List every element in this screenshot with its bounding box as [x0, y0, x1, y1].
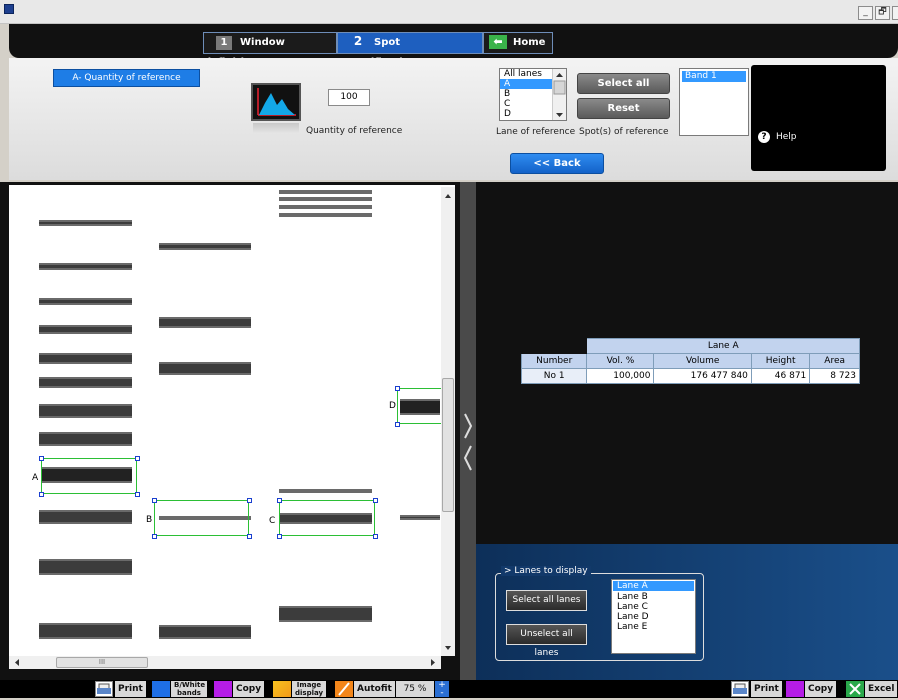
- box-label-b: B: [146, 515, 153, 525]
- help-panel: [751, 65, 886, 171]
- print-button[interactable]: Print: [115, 681, 146, 697]
- results-table: Lane A Number Vol. % Volume Height Area …: [520, 338, 860, 384]
- box-label-c: C: [269, 516, 276, 526]
- quantity-of-reference-tab[interactable]: A- Quantity of reference: [53, 69, 200, 87]
- copy-button[interactable]: Copy: [233, 681, 265, 697]
- home-label: Home: [513, 37, 546, 48]
- autofit-icon[interactable]: [335, 681, 353, 697]
- column-header: Volume: [653, 353, 752, 369]
- unselect-all-lanes-button[interactable]: Unselect all lanes: [506, 624, 587, 658]
- tab-number: 2: [350, 34, 366, 48]
- spots-of-reference-label: Spot(s) of reference: [579, 127, 669, 137]
- table-cell: 8 723: [809, 368, 860, 384]
- gel-horizontal-scroll-thumb[interactable]: III: [56, 657, 148, 668]
- column-header: Number: [520, 353, 588, 369]
- home-button[interactable]: ⬅ Home: [483, 32, 553, 54]
- select-all-button[interactable]: Select all: [577, 73, 670, 94]
- lanes-to-display-title: > Lanes to display: [501, 566, 591, 576]
- table-cell: 46 871: [750, 368, 811, 384]
- help-icon[interactable]: ?: [758, 131, 770, 143]
- lanes-list-scrollbar[interactable]: [552, 69, 566, 120]
- app-icon: [4, 4, 14, 14]
- excel-icon[interactable]: [846, 681, 864, 697]
- autofit-button[interactable]: Autofit: [354, 681, 395, 697]
- panel-splitter[interactable]: [460, 182, 476, 680]
- box-label-d: D: [389, 401, 396, 411]
- arrow-left-icon: ⬅: [489, 35, 507, 49]
- tab-spot-quantification[interactable]: 2Spot quantification: [337, 32, 483, 68]
- excel-button[interactable]: Excel: [865, 681, 898, 697]
- bw-bands-button[interactable]: B/White bands: [171, 681, 207, 697]
- column-header: Height: [750, 353, 811, 369]
- zoom-level[interactable]: 75 %: [396, 681, 434, 697]
- help-label[interactable]: Help: [776, 131, 797, 143]
- table-cell: 100,000: [586, 368, 655, 384]
- table-cell: 176 477 840: [653, 368, 752, 384]
- gel-image[interactable]: A B C D: [9, 185, 455, 656]
- close-button[interactable]: [892, 6, 898, 20]
- title-bar: [0, 0, 898, 24]
- scroll-grip: III: [98, 658, 106, 666]
- results-print-button[interactable]: Print: [751, 681, 782, 697]
- table-cell: No 1: [520, 368, 588, 384]
- lanes-display-list[interactable]: Lane A Lane B Lane C Lane D Lane E: [611, 579, 696, 654]
- gel-vertical-scroll-thumb[interactable]: [442, 378, 454, 512]
- restore-button[interactable]: 🗗: [875, 6, 890, 20]
- bw-bands-icon[interactable]: [152, 681, 170, 697]
- copy-icon[interactable]: [214, 681, 232, 697]
- quantity-input[interactable]: 100: [328, 89, 370, 106]
- printer-icon[interactable]: [95, 681, 113, 697]
- column-header: Area: [809, 353, 860, 369]
- quantity-label: Quantity of reference: [306, 126, 403, 136]
- results-copy-button[interactable]: Copy: [805, 681, 837, 697]
- lane-header: Lane A: [586, 338, 860, 354]
- lane-of-reference-label: Lane of reference: [496, 127, 576, 137]
- tab-window-definition[interactable]: 1Window definition: [203, 32, 337, 68]
- list-item[interactable]: Lane B: [613, 592, 694, 602]
- box-label-a: A: [32, 473, 39, 483]
- peak-chart-reflection: [253, 123, 299, 133]
- column-header: Vol. %: [586, 353, 655, 369]
- back-button[interactable]: << Back: [510, 153, 604, 174]
- zoom-stepper-icon[interactable]: + -: [435, 681, 449, 698]
- list-item[interactable]: Lane D: [613, 612, 694, 622]
- spots-of-reference-list[interactable]: Band 1: [679, 68, 749, 136]
- list-item[interactable]: Lane E: [613, 622, 694, 632]
- tab-number: 1: [216, 36, 232, 50]
- minimize-button[interactable]: _: [858, 6, 873, 20]
- list-item[interactable]: Lane C: [613, 602, 694, 612]
- list-item[interactable]: Band 1: [682, 71, 746, 82]
- list-item[interactable]: Lane A: [613, 581, 694, 591]
- reset-button[interactable]: Reset: [577, 98, 670, 119]
- printer-icon[interactable]: [731, 681, 749, 697]
- image-display-button[interactable]: Image display: [292, 681, 326, 697]
- table-row[interactable]: No 1 100,000 176 477 840 46 871 8 723: [520, 368, 860, 384]
- peak-chart-icon[interactable]: [251, 83, 301, 121]
- image-display-icon[interactable]: [273, 681, 291, 697]
- select-all-lanes-button[interactable]: Select all lanes: [506, 590, 587, 611]
- copy-icon[interactable]: [786, 681, 804, 697]
